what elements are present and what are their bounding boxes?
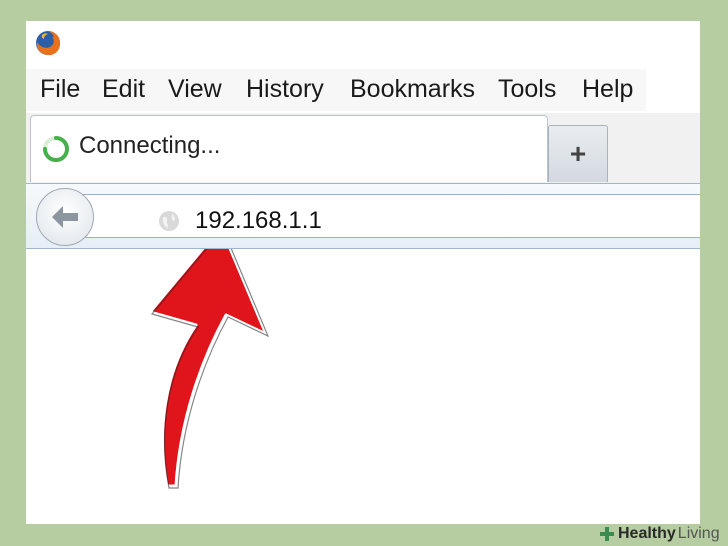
watermark-logo: Healthy Living xyxy=(598,522,720,546)
title-bar xyxy=(26,21,700,67)
back-button[interactable] xyxy=(36,188,94,246)
red-arrow-annotation xyxy=(148,249,270,489)
menu-bar: File Edit View History Bookmarks Tools H… xyxy=(26,69,646,111)
tab-connecting[interactable]: Connecting... xyxy=(30,115,548,182)
browser-window: File Edit View History Bookmarks Tools H… xyxy=(26,21,700,524)
menu-help[interactable]: Help xyxy=(582,75,633,104)
menu-view[interactable]: View xyxy=(168,75,222,104)
firefox-logo-icon xyxy=(36,31,61,56)
tab-title: Connecting... xyxy=(79,132,221,159)
address-bar[interactable]: 192.168.1.1 xyxy=(70,194,700,238)
url-text: 192.168.1.1 xyxy=(195,207,322,234)
menu-tools[interactable]: Tools xyxy=(498,75,556,104)
watermark-text-living: Living xyxy=(677,525,720,542)
menu-history[interactable]: History xyxy=(246,75,324,104)
loading-spinner-icon xyxy=(43,136,69,162)
menu-edit[interactable]: Edit xyxy=(102,75,145,104)
tab-strip: Connecting... + xyxy=(26,113,700,183)
leaf-cross-icon xyxy=(600,527,614,541)
menu-bookmarks[interactable]: Bookmarks xyxy=(350,75,475,104)
watermark-text-healthy: Healthy xyxy=(618,525,676,542)
back-arrow-icon xyxy=(52,206,78,228)
new-tab-button[interactable]: + xyxy=(548,125,608,182)
globe-icon xyxy=(159,211,179,231)
navigation-bar: 192.168.1.1 xyxy=(26,183,700,249)
page-content xyxy=(26,249,700,524)
menu-file[interactable]: File xyxy=(40,75,80,104)
